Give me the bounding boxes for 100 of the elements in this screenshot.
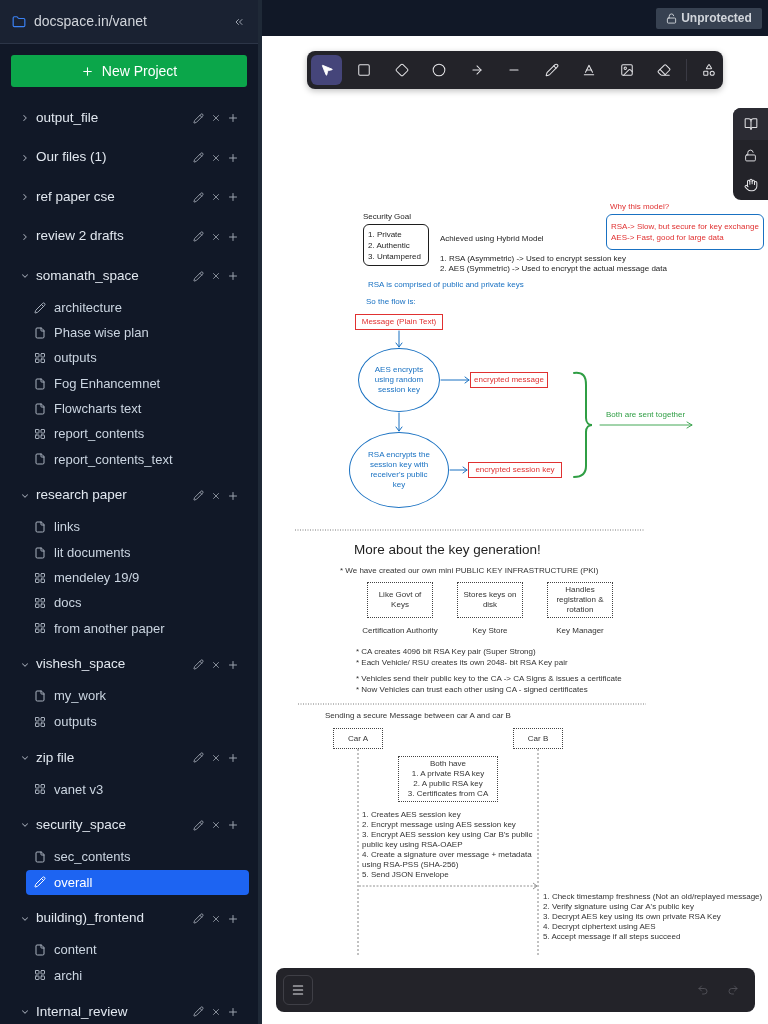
pki-box: Like Govt of Keys	[367, 582, 433, 618]
file-item[interactable]: lit documents	[26, 539, 249, 566]
diamond-icon	[394, 63, 409, 77]
file-item[interactable]: Flowcharts text	[26, 396, 249, 422]
rename-button[interactable]	[191, 190, 205, 204]
pencil-icon	[34, 301, 46, 314]
pki-box: Handles registration & rotation	[547, 582, 613, 618]
project-folder[interactable]: Our files (1)	[20, 147, 107, 168]
add-button[interactable]	[226, 111, 240, 125]
pencil-icon	[544, 63, 559, 77]
project-folder[interactable]: zip file	[20, 747, 75, 768]
shapes-icon	[702, 63, 716, 77]
project-folder[interactable]: ref paper cse	[20, 186, 115, 208]
tool-button[interactable]	[311, 55, 342, 85]
protection-button[interactable]: Unprotected	[656, 7, 762, 29]
message-node: Message (Plain Text)	[355, 314, 443, 330]
grid-icon	[34, 597, 46, 610]
pencil-icon	[192, 152, 204, 163]
file-item[interactable]: archi	[26, 962, 249, 989]
sender-step: 1. Creates AES session key	[362, 810, 461, 820]
grid-icon	[34, 352, 46, 365]
pencil-icon	[192, 659, 204, 671]
pki-bullet: * Vehicles send their public key to the CA -> CA Signs & issues a certificate	[356, 673, 622, 684]
rationale-line: AES-> Fast, good for large data	[611, 232, 724, 243]
project-folder[interactable]: Internal_review	[20, 1001, 128, 1022]
project-folder[interactable]: output_file	[20, 107, 99, 129]
file-icon	[34, 851, 46, 864]
rename-button[interactable]	[191, 911, 205, 926]
rename-button[interactable]	[191, 488, 205, 503]
file-item[interactable]: sec_contents	[26, 844, 249, 870]
project-folder[interactable]: vishesh_space	[20, 654, 126, 675]
x-icon	[210, 913, 221, 924]
file-item[interactable]: report_contents	[26, 421, 249, 447]
file-item[interactable]: Phase wise plan	[26, 320, 249, 346]
project-folder[interactable]: review 2 drafts	[20, 226, 124, 247]
file-item[interactable]: my_work	[26, 683, 249, 709]
pencil-icon	[192, 490, 204, 502]
file-item[interactable]: vanet v3	[26, 776, 249, 802]
redo-icon	[727, 984, 739, 996]
project-folder[interactable]: building)_frontend	[20, 908, 145, 929]
pki-bullet: * CA creates 4096 bit RSA Key pair (Super Strong)	[356, 646, 536, 657]
plus-icon	[227, 658, 239, 671]
sender-step: 4. Create a signature over message + metadata using RSA-PSS (SHA-256)	[362, 850, 534, 870]
grid-icon	[34, 715, 46, 728]
hybrid-title: Achieved using Hybrid Model	[440, 234, 544, 244]
pencil-icon	[192, 752, 204, 764]
add-button[interactable]	[226, 190, 240, 204]
file-icon	[34, 453, 46, 466]
x-icon	[210, 490, 221, 501]
pointer-icon	[319, 63, 334, 77]
rename-button[interactable]	[191, 269, 205, 283]
actor-box: Car B	[513, 728, 563, 749]
note-text: So the flow is:	[366, 297, 416, 307]
arrow	[395, 412, 403, 432]
grid-icon	[34, 783, 46, 796]
encrypted-message-node: encrypted message	[470, 372, 548, 388]
file-icon	[34, 326, 46, 339]
circle-icon	[432, 63, 446, 77]
hand-icon	[743, 178, 758, 192]
plus-icon	[227, 751, 239, 764]
project-folder[interactable]: research paper	[20, 485, 127, 506]
menu-button[interactable]	[283, 975, 313, 1005]
file-item[interactable]: architecture	[26, 295, 249, 321]
file-item[interactable]: overall	[26, 869, 249, 896]
file-item[interactable]: Fog Enhancemnet	[26, 370, 249, 397]
plus-icon	[227, 191, 239, 203]
rename-button[interactable]	[191, 818, 205, 833]
file-item[interactable]: outputs	[26, 345, 249, 371]
file-item[interactable]: from another paper	[26, 615, 249, 642]
rename-button[interactable]	[191, 150, 205, 165]
plus-icon	[227, 270, 239, 282]
arrow	[449, 466, 468, 474]
rename-button[interactable]	[191, 1004, 205, 1019]
library-button[interactable]	[733, 108, 768, 140]
receiver-step: 5. Accept message if all steps succeed	[543, 932, 681, 942]
undo-icon	[697, 984, 709, 996]
image-icon	[619, 63, 634, 77]
file-item[interactable]: content	[26, 937, 249, 963]
project-folder[interactable]: security_space	[20, 815, 127, 836]
project-folder[interactable]: somanath_space	[20, 265, 139, 287]
x-icon	[210, 752, 221, 763]
rename-button[interactable]	[191, 657, 205, 672]
file-item[interactable]: report_contents_text	[26, 446, 249, 473]
plus-icon	[227, 151, 239, 164]
workspace-title: docspace.in/vanet	[34, 12, 147, 31]
rename-button[interactable]	[191, 111, 205, 125]
file-icon	[34, 690, 46, 703]
file-item[interactable]: docs	[26, 590, 249, 616]
rename-button[interactable]	[191, 229, 205, 244]
file-item[interactable]: mendeley 19/9	[26, 565, 249, 591]
x-icon	[210, 271, 221, 281]
rename-button[interactable]	[191, 750, 205, 765]
file-item[interactable]: links	[26, 514, 249, 540]
sender-step: 5. Send JSON Envelope	[362, 870, 449, 880]
hybrid-line: 2. AES (Symmetric) -> Used to encrypt the actual message data	[440, 264, 667, 274]
pencil-icon	[192, 112, 204, 124]
sequence-title: Sending a secure Message between car A and car B	[325, 711, 511, 721]
add-button[interactable]	[226, 269, 240, 283]
goal-item: 1. Private	[368, 228, 402, 240]
file-item[interactable]: outputs	[26, 708, 249, 735]
